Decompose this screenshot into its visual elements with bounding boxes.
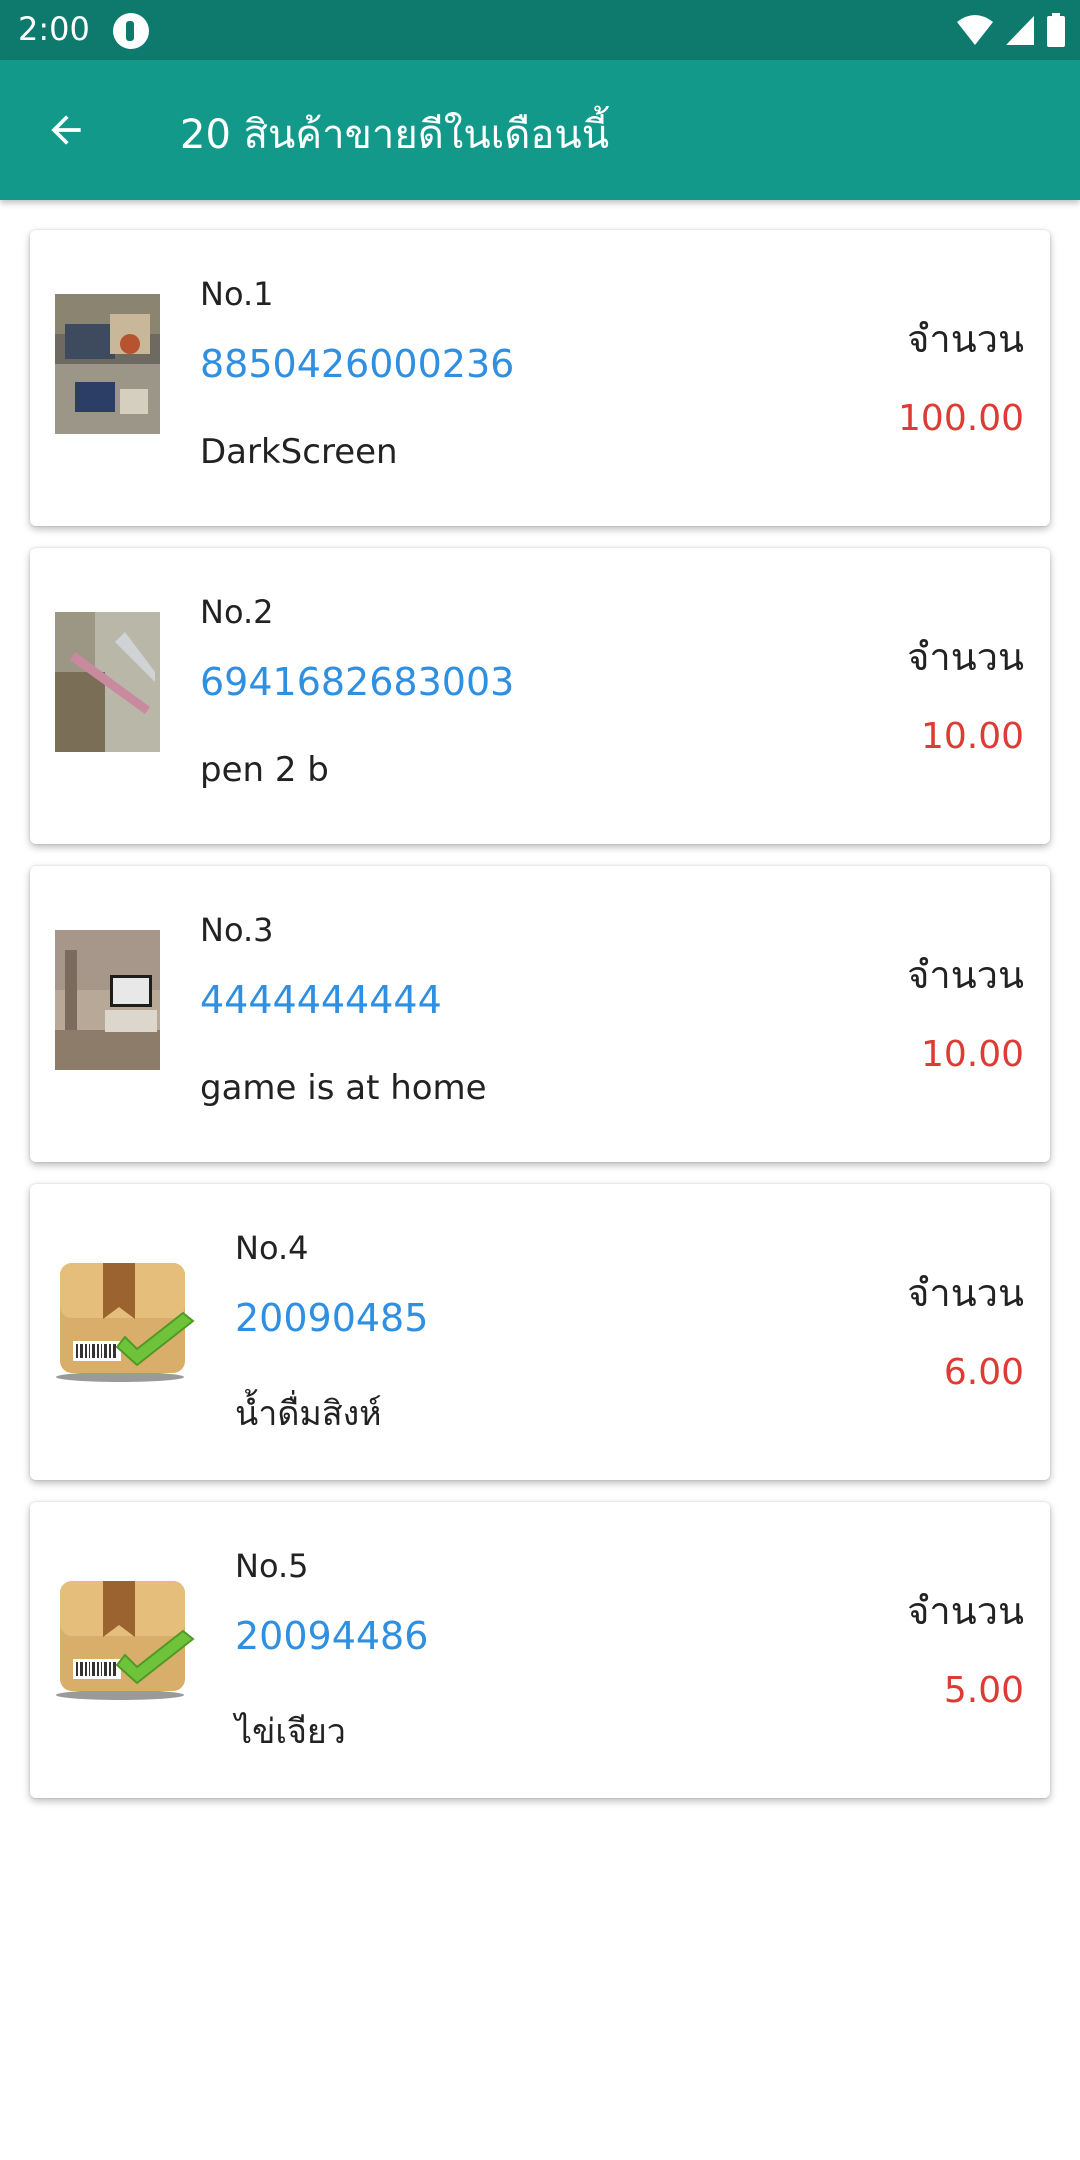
barcode: 6941682683003	[200, 660, 515, 704]
app-bar: 20 สินค้าขายดีในเดือนนี้	[0, 60, 1080, 200]
quantity-value: 100.00	[898, 398, 1024, 439]
product-card[interactable]: No.1 8850426000236 DarkScreen จำนวน 100.…	[30, 230, 1050, 526]
status-icons	[956, 12, 1066, 48]
product-card[interactable]: No.2 6941682683003 pen 2 b จำนวน 10.00	[30, 548, 1050, 844]
notification-app-icon	[113, 13, 149, 49]
barcode: 8850426000236	[200, 342, 515, 386]
product-photo	[55, 294, 160, 434]
quantity-value: 10.00	[920, 1034, 1024, 1075]
rank-label: No.1	[200, 275, 274, 313]
product-photo	[55, 930, 160, 1070]
product-name: DarkScreen	[200, 432, 398, 472]
product-name: game is at home	[200, 1068, 487, 1108]
status-bar: 2:00	[0, 0, 1080, 60]
rank-label: No.5	[235, 1547, 309, 1585]
quantity-label: จำนวน	[907, 317, 1024, 361]
package-check-icon	[55, 1259, 195, 1389]
product-card[interactable]: No.5 20094486 ไข่เจียว จำนวน 5.00	[30, 1502, 1050, 1798]
product-name: ไข่เจียว	[235, 1712, 346, 1752]
product-name: pen 2 b	[200, 750, 329, 790]
back-button[interactable]	[38, 104, 102, 156]
quantity-value: 10.00	[920, 716, 1024, 757]
rank-label: No.4	[235, 1229, 309, 1267]
quantity-label: จำนวน	[907, 1271, 1024, 1315]
product-card[interactable]: No.3 4444444444 game is at home จำนวน 10…	[30, 866, 1050, 1162]
quantity-value: 6.00	[943, 1352, 1024, 1393]
barcode: 4444444444	[200, 978, 442, 1022]
wifi-icon	[957, 15, 993, 45]
package-check-icon	[55, 1577, 195, 1707]
quantity-label: จำนวน	[907, 953, 1024, 997]
barcode: 20090485	[235, 1296, 429, 1340]
rank-label: No.2	[200, 593, 274, 631]
page-title: 20 สินค้าขายดีในเดือนนี้	[180, 112, 610, 158]
product-photo	[55, 612, 160, 752]
rank-label: No.3	[200, 911, 274, 949]
arrow-left-icon	[51, 115, 81, 145]
battery-icon	[1047, 13, 1065, 47]
product-name: น้ำดื่มสิงห์	[235, 1394, 382, 1434]
quantity-label: จำนวน	[907, 1589, 1024, 1633]
quantity-value: 5.00	[943, 1670, 1024, 1711]
status-time: 2:00	[18, 10, 90, 48]
signal-icon	[1006, 16, 1034, 45]
quantity-label: จำนวน	[907, 635, 1024, 679]
barcode: 20094486	[235, 1614, 429, 1658]
product-card[interactable]: No.4 20090485 น้ำดื่มสิงห์ จำนวน 6.00	[30, 1184, 1050, 1480]
